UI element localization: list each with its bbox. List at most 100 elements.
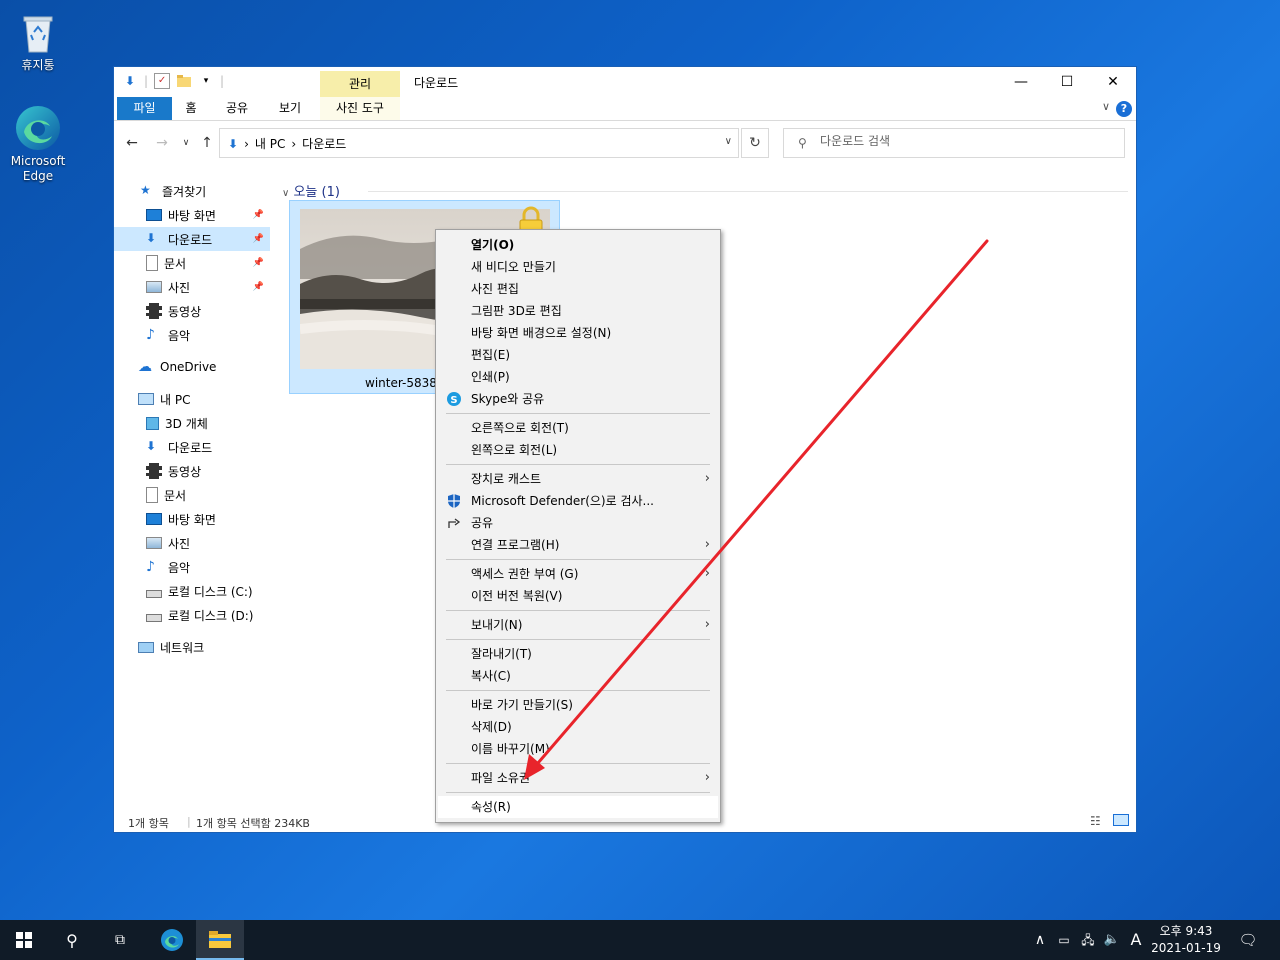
sidebar-item-music[interactable]: ♪ 음악 — [114, 323, 270, 347]
sidebar-label: 네트워크 — [160, 640, 205, 655]
large-icons-view-icon[interactable] — [1113, 814, 1129, 826]
menu-item-new-video[interactable]: 새 비디오 만들기 — [438, 256, 718, 278]
menu-item-copy[interactable]: 복사(C) — [438, 665, 718, 687]
svg-text:S: S — [450, 395, 457, 406]
refresh-button[interactable]: ↻ — [741, 128, 769, 158]
close-button[interactable]: ✕ — [1090, 67, 1136, 97]
tab-picture-tools[interactable]: 사진 도구 — [320, 97, 400, 120]
tab-file[interactable]: 파일 — [117, 97, 172, 120]
breadcrumb-this-pc[interactable]: 내 PC — [255, 135, 285, 152]
address-dropdown-icon[interactable]: ∨ — [725, 136, 732, 147]
menu-item-restore-versions[interactable]: 이전 버전 복원(V) — [438, 585, 718, 607]
recycle-bin-label: 휴지통 — [21, 58, 55, 72]
menu-item-give-access[interactable]: 액세스 권한 부여 (G) › — [438, 563, 718, 585]
up-button[interactable]: ↑ — [197, 133, 217, 153]
download-arrow-icon[interactable]: ⬇ — [122, 73, 138, 89]
sidebar-item-drive-c[interactable]: 로컬 디스크 (C:) — [114, 579, 270, 603]
recent-dropdown[interactable]: ∨ — [176, 133, 196, 153]
details-view-icon[interactable]: ☷ — [1090, 814, 1101, 828]
menu-item-rotate-right[interactable]: 오른쪽으로 회전(T) — [438, 417, 718, 439]
menu-item-cast-to-device[interactable]: 장치로 캐스트 › — [438, 468, 718, 490]
edge-taskbar-button[interactable] — [148, 920, 196, 960]
menu-item-skype-share[interactable]: S Skype와 공유 — [438, 388, 718, 410]
menu-item-open-with[interactable]: 연결 프로그램(H) › — [438, 534, 718, 556]
sidebar-label: 문서 — [164, 256, 187, 271]
file-explorer-taskbar-button[interactable] — [196, 920, 244, 960]
sidebar-item-downloads[interactable]: ⬇ 다운로드 📌 — [114, 227, 270, 251]
volume-icon[interactable]: 🔈 — [1102, 920, 1122, 960]
menu-item-delete[interactable]: 삭제(D) — [438, 716, 718, 738]
sidebar-item-documents[interactable]: 문서 📌 — [114, 251, 270, 275]
tab-share[interactable]: 공유 — [220, 97, 254, 120]
sidebar-item-network[interactable]: 네트워크 — [114, 635, 270, 659]
system-clock[interactable]: 오후 9:43 2021-01-19 — [1148, 923, 1224, 957]
tab-home[interactable]: 홈 — [176, 97, 206, 120]
minimize-button[interactable]: — — [998, 67, 1044, 97]
properties-icon[interactable]: ✓ — [154, 73, 171, 89]
pin-icon[interactable]: 📌 — [253, 282, 264, 292]
sidebar-item-pc-desktop[interactable]: 바탕 화면 — [114, 507, 270, 531]
sidebar-item-onedrive[interactable]: ☁ OneDrive — [114, 355, 270, 379]
pin-icon[interactable]: 📌 — [253, 234, 264, 244]
forward-button[interactable]: → — [152, 133, 172, 153]
tab-view[interactable]: 보기 — [272, 97, 308, 120]
sidebar-item-pc-music[interactable]: ♪ 음악 — [114, 555, 270, 579]
skype-icon: S — [446, 391, 462, 407]
back-button[interactable]: ← — [122, 133, 142, 153]
menu-item-properties[interactable]: 속성(R) — [438, 796, 718, 818]
qat-customize-icon[interactable]: ▾ — [198, 73, 214, 89]
network-icon[interactable]: 🖧 — [1078, 920, 1098, 960]
drive-icon — [146, 590, 162, 598]
pin-icon[interactable]: 📌 — [253, 258, 264, 268]
start-button[interactable] — [0, 920, 48, 960]
expand-ribbon-icon[interactable]: ∨ — [1102, 100, 1110, 113]
sidebar-item-pc-documents[interactable]: 문서 — [114, 483, 270, 507]
search-input[interactable] — [820, 134, 1100, 148]
ime-indicator[interactable]: A — [1126, 920, 1146, 960]
menu-item-print[interactable]: 인쇄(P) — [438, 366, 718, 388]
menu-item-send-to[interactable]: 보내기(N) › — [438, 614, 718, 636]
sidebar-item-videos[interactable]: 동영상 — [114, 299, 270, 323]
menu-item-create-shortcut[interactable]: 바로 가기 만들기(S) — [438, 694, 718, 716]
pin-icon[interactable]: 📌 — [253, 210, 264, 220]
help-icon[interactable]: ? — [1116, 101, 1132, 117]
notification-center-button[interactable]: 🗨 — [1234, 920, 1262, 960]
breadcrumb-downloads[interactable]: 다운로드 — [302, 135, 346, 152]
menu-item-rotate-left[interactable]: 왼쪽으로 회전(L) — [438, 439, 718, 461]
sidebar-item-pc-videos[interactable]: 동영상 — [114, 459, 270, 483]
show-hidden-icons-button[interactable]: ∧ — [1030, 920, 1050, 960]
menu-item-file-ownership[interactable]: 파일 소유권 › — [438, 767, 718, 789]
menu-item-edit-photo[interactable]: 사진 편집 — [438, 278, 718, 300]
menu-item-defender-scan[interactable]: Microsoft Defender(으)로 검사... — [438, 490, 718, 512]
menu-item-open[interactable]: 열기(O) — [438, 234, 718, 256]
menu-item-share[interactable]: 공유 — [438, 512, 718, 534]
menu-item-set-background[interactable]: 바탕 화면 배경으로 설정(N) — [438, 322, 718, 344]
sidebar-label: 음악 — [168, 560, 191, 575]
sidebar-item-pc-downloads[interactable]: ⬇ 다운로드 — [114, 435, 270, 459]
edge-icon — [14, 104, 62, 152]
edge-desktop-icon[interactable]: Microsoft Edge — [0, 104, 76, 184]
menu-label: 편집(E) — [471, 348, 511, 362]
maximize-button[interactable]: ☐ — [1044, 67, 1090, 97]
sidebar-item-3d-objects[interactable]: 3D 개체 — [114, 411, 270, 435]
sidebar-item-this-pc[interactable]: 내 PC — [114, 387, 270, 411]
task-view-button[interactable]: ⧉ — [96, 920, 144, 960]
sidebar-item-drive-d[interactable]: 로컬 디스크 (D:) — [114, 603, 270, 627]
address-bar[interactable]: ⬇ › 내 PC › 다운로드 ∨ — [219, 128, 739, 158]
sidebar-item-desktop[interactable]: 바탕 화면 📌 — [114, 203, 270, 227]
menu-item-rename[interactable]: 이름 바꾸기(M) — [438, 738, 718, 760]
menu-item-cut[interactable]: 잘라내기(T) — [438, 643, 718, 665]
new-folder-icon[interactable] — [176, 73, 192, 89]
sidebar-item-pc-pictures[interactable]: 사진 — [114, 531, 270, 555]
menu-item-paint3d[interactable]: 그림판 3D로 편집 — [438, 300, 718, 322]
recycle-bin-desktop-icon[interactable]: 휴지통 — [0, 8, 76, 73]
search-box[interactable]: ⚲ — [783, 128, 1125, 158]
context-tab-header-manage[interactable]: 관리 — [320, 71, 400, 98]
group-header-today[interactable]: ∨ 오늘 (1) — [282, 181, 340, 200]
sidebar-label: 동영상 — [168, 464, 202, 479]
battery-icon[interactable]: ▭ — [1054, 920, 1074, 960]
search-button[interactable]: ⚲ — [48, 920, 96, 960]
menu-item-edit[interactable]: 편집(E) — [438, 344, 718, 366]
sidebar-item-pictures[interactable]: 사진 📌 — [114, 275, 270, 299]
sidebar-item-quick-access[interactable]: ★ 즐겨찾기 — [114, 179, 270, 203]
